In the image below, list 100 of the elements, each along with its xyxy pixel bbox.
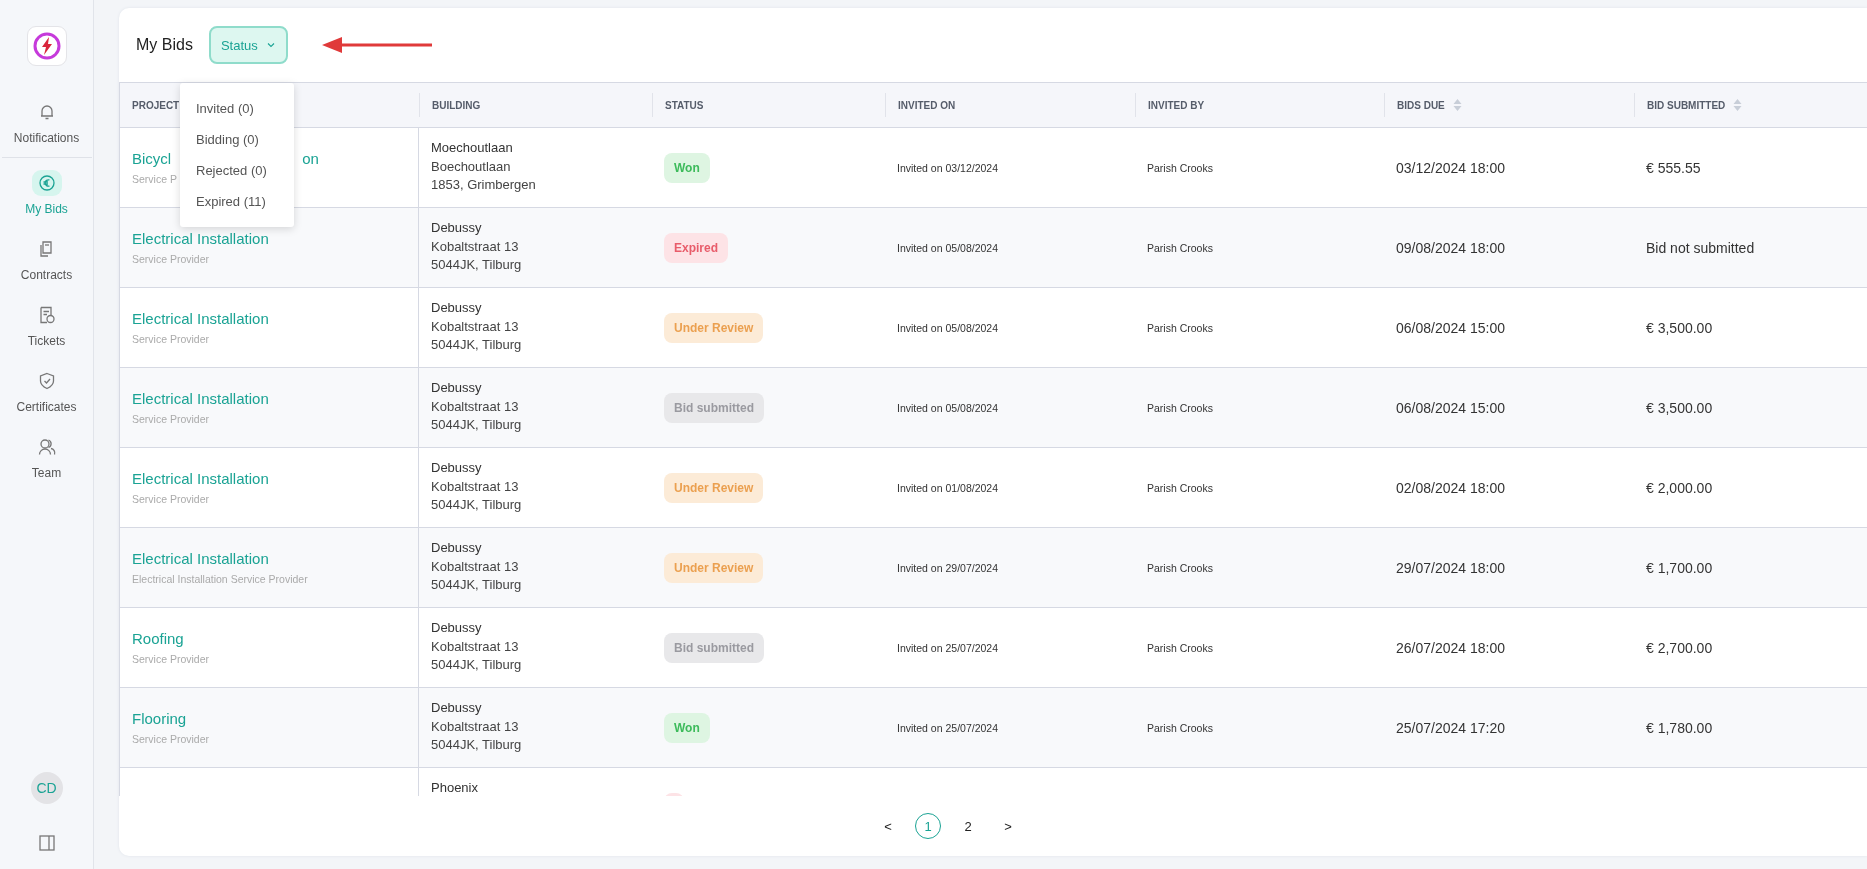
project-role: Service Provider (132, 493, 211, 505)
building-name: Debussy (431, 300, 483, 315)
column-header[interactable]: PROJECT (132, 99, 180, 111)
nav-item[interactable]: Tickets (27, 302, 66, 348)
building-address: 5044JK, Tilburg (431, 495, 523, 514)
building-address: 5044JK, Tilburg (431, 415, 523, 434)
project-link[interactable]: Electrical Installation (132, 470, 418, 487)
bid-amount: € 555.55 (1646, 159, 1702, 176)
inviter-name: Parish Crooks (1147, 401, 1214, 414)
status-badge: Expired (664, 232, 728, 263)
due-date: 06/08/2024 15:00 (1396, 399, 1506, 416)
bid-amount: € 2,000.00 (1646, 479, 1714, 496)
building-address: 5044JK, Tilburg (431, 255, 523, 274)
due-date: 29/07/2024 18:00 (1396, 559, 1506, 576)
project-role: Service Provider (132, 413, 211, 425)
project-link[interactable]: Roofing (132, 630, 418, 647)
nav-item[interactable]: Team (31, 434, 62, 480)
invited-date: Invited on 01/08/2024 (897, 481, 999, 494)
due-date: 25/07/2024 17:20 (1396, 719, 1506, 736)
building-name: Debussy (431, 460, 483, 475)
status-option[interactable]: Invited (0) (180, 93, 294, 124)
bid-amount: € 3,500.00 (1646, 399, 1714, 416)
project-role: Service P (132, 173, 178, 185)
nav-item[interactable]: Certificates (16, 368, 77, 414)
column-header[interactable]: INVITED BY (1148, 99, 1205, 111)
building-name: Debussy (431, 380, 483, 395)
column-header[interactable]: INVITED ON (898, 99, 956, 111)
status-option[interactable]: Rejected (0) (180, 155, 294, 186)
due-date: 26/07/2024 18:00 (1396, 639, 1506, 656)
bid-amount: € 2,700.00 (1646, 639, 1714, 656)
status-badge: Under Review (664, 472, 764, 503)
status-badge: Under Review (664, 552, 764, 583)
building-name: Debussy (431, 540, 483, 555)
bid-amount: Bid not submitted (1646, 239, 1756, 256)
next-page-button[interactable]: > (995, 813, 1021, 839)
previous-page-button[interactable]: < (875, 813, 901, 839)
building-name: Debussy (431, 620, 483, 635)
inviter-name: Parish Crooks (1147, 641, 1214, 654)
nav-item[interactable]: Notifications (13, 99, 80, 145)
building-address: Kobaltstraat 13 (431, 398, 520, 416)
due-date: 03/12/2024 18:00 (1396, 159, 1506, 176)
status-option[interactable]: Bidding (0) (180, 124, 294, 155)
invited-date: Invited on 05/08/2024 (897, 321, 999, 334)
building-address: 5044JK, Tilburg (431, 335, 523, 354)
due-date: 02/08/2024 18:00 (1396, 479, 1506, 496)
building-address: Kobaltstraat 13 (431, 558, 520, 576)
building-address: 5044JK, Tilburg (431, 655, 523, 674)
invited-date: Invited on 25/07/2024 (897, 641, 999, 654)
column-header[interactable]: BID SUBMITTED (1647, 99, 1726, 111)
invited-date: Invited on 25/07/2024 (897, 721, 999, 734)
status-badge: Won (664, 152, 710, 183)
sort-icon[interactable] (1452, 98, 1462, 112)
sort-icon[interactable] (1733, 98, 1743, 112)
project-role: Service Provider (132, 653, 211, 665)
column-header[interactable]: BUILDING (432, 99, 481, 111)
caret-icon (265, 40, 276, 50)
inviter-name: Parish Crooks (1147, 721, 1214, 734)
building-name: Moechoutlaan (431, 140, 514, 155)
building-address: Kobaltstraat 13 (431, 638, 520, 656)
project-role: Service Provider (132, 253, 211, 265)
building-address: 5044JK, Tilburg (431, 735, 523, 754)
page-title: My Bids (136, 36, 193, 54)
invited-date: Invited on 29/07/2024 (897, 561, 999, 574)
building-name: Debussy (431, 700, 483, 715)
building-address: Kobaltstraat 13 (431, 318, 520, 336)
inviter-name: Parish Crooks (1147, 561, 1214, 574)
page-button[interactable]: 2 (955, 813, 981, 839)
inviter-name: Parish Crooks (1147, 241, 1214, 254)
app-logo-icon (26, 26, 67, 66)
building-address: Boechoutlaan (431, 158, 512, 176)
inviter-name: Parish Crooks (1147, 481, 1214, 494)
project-role: Electrical Installation Service Provider (132, 573, 309, 585)
due-date: 06/08/2024 15:00 (1396, 319, 1506, 336)
project-link[interactable]: on (302, 150, 319, 167)
project-link[interactable]: Electrical Installation (132, 310, 418, 327)
euro-icon (31, 170, 62, 196)
sidebar-toggle-icon[interactable] (37, 834, 56, 852)
inviter-name: Parish Crooks (1147, 321, 1214, 334)
building-address: Kobaltstraat 13 (431, 478, 520, 496)
project-link[interactable]: Bicycl (132, 150, 172, 167)
status-badge: Under Review (664, 312, 764, 343)
invited-date: Invited on 03/12/2024 (897, 161, 999, 174)
column-header[interactable]: STATUS (665, 99, 704, 111)
building-address: Kobaltstraat 13 (431, 718, 520, 736)
bid-amount: € 1,780.00 (1646, 719, 1714, 736)
column-header[interactable]: BIDS DUE (1397, 99, 1445, 111)
inviter-name: Parish Crooks (1147, 161, 1214, 174)
project-role: Service Provider (132, 333, 211, 345)
bid-amount: € 1,700.00 (1646, 559, 1714, 576)
building-name: Phoenix (431, 780, 479, 795)
nav-item[interactable]: Contracts (20, 236, 73, 282)
building-name: Debussy (431, 220, 483, 235)
due-date: 09/08/2024 18:00 (1396, 239, 1506, 256)
status-badge: Bid submitted (664, 392, 764, 423)
status-badge: Won (664, 712, 710, 743)
building-address: Kobaltstraat 13 (431, 238, 520, 256)
building-address: 1853, Grimbergen (431, 175, 537, 194)
building-address: 5044JK, Tilburg (431, 575, 523, 594)
status-option[interactable]: Expired (11) (180, 186, 294, 217)
status-badge: Bid submitted (664, 632, 764, 663)
